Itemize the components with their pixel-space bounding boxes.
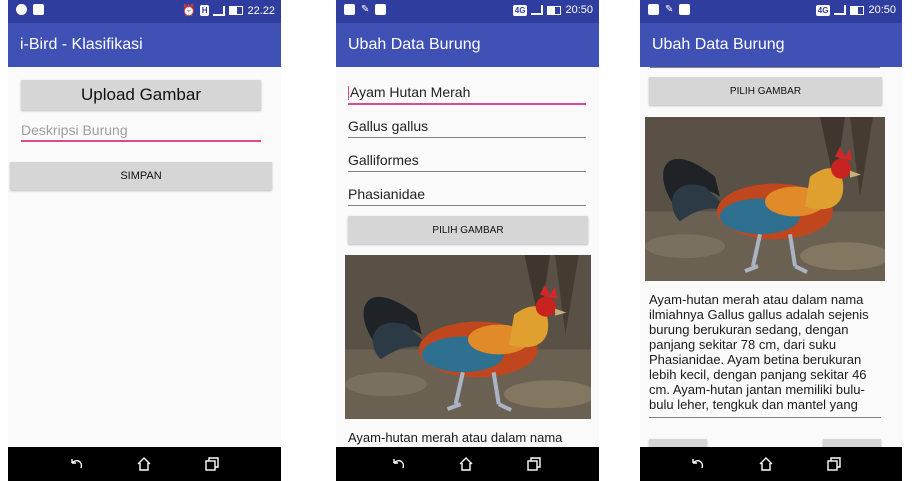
save-button[interactable]: SIMPAN — [10, 162, 272, 190]
description-line: ilmiahnya Gallus gallus adalah sejenis — [649, 307, 869, 322]
back-icon[interactable] — [690, 456, 706, 472]
family-input[interactable]: Phasianidae — [348, 186, 586, 206]
navigation-bar — [8, 447, 281, 481]
phone-screen-klasifikasi: ⏰ H 22.22 i-Bird - Klasifikasi Upload Ga… — [8, 0, 281, 481]
description-line: Phasianidae. Ayam betina berukuran — [649, 352, 862, 367]
status-bar: ✎ 4G 20:50 — [640, 0, 902, 23]
battery-icon — [850, 5, 865, 15]
status-time: 20:50 — [868, 4, 896, 16]
recents-icon[interactable] — [204, 456, 220, 472]
description-line: cm. Ayam-hutan jantan memiliki bulu- — [649, 382, 865, 397]
order-input[interactable]: Galliformes — [348, 152, 586, 172]
family-value: Phasianidae — [348, 186, 426, 202]
back-icon[interactable] — [69, 456, 85, 472]
recents-icon[interactable] — [826, 456, 842, 472]
status-bar: ⏰ H 22.22 — [8, 0, 281, 23]
network-badge: H — [199, 5, 210, 16]
description-text[interactable]: Ayam-hutan merah atau dalam nama — [348, 430, 588, 445]
text-cursor — [348, 86, 349, 101]
image-notification-icon — [33, 4, 44, 15]
phone-screen-ubah-data: ✎ 4G 20:50 Ubah Data Burung Ayam Hutan M… — [336, 0, 599, 481]
pick-image-button[interactable]: PILIH GAMBAR — [348, 216, 588, 244]
bird-name-value: Ayam Hutan Merah — [350, 84, 471, 100]
status-time: 20:50 — [565, 4, 593, 16]
description-text[interactable]: Ayam-hutan merah atau dalam nama ilmiahn… — [649, 292, 885, 412]
description-placeholder: Deskripsi Burung — [21, 122, 128, 138]
signal-icon — [834, 5, 847, 15]
scientific-name-value: Gallus gallus — [348, 118, 429, 134]
phone-screen-ubah-data-scrolled: ✎ 4G 20:50 Ubah Data Burung PILIH GAMBAR… — [640, 0, 902, 481]
image-notification-icon — [648, 4, 659, 15]
order-value: Galliformes — [348, 152, 419, 168]
description-input[interactable]: Deskripsi Burung — [21, 122, 261, 142]
home-icon[interactable] — [458, 456, 474, 472]
navigation-bar — [336, 447, 599, 481]
bird-photo — [345, 255, 591, 419]
navigation-bar — [640, 447, 902, 481]
field-underline — [650, 67, 880, 68]
network-badge: 4G — [512, 4, 528, 16]
home-icon[interactable] — [136, 456, 152, 472]
description-line: panjang sekitar 78 cm, dari suku — [649, 337, 837, 352]
app-notification-icon — [16, 4, 27, 15]
edit-notification-icon: ✎ — [361, 4, 370, 15]
signal-icon — [531, 5, 544, 15]
pick-image-button[interactable]: PILIH GAMBAR — [649, 77, 882, 105]
bird-photo — [645, 117, 885, 281]
description-line: Ayam-hutan merah atau dalam nama — [649, 292, 864, 307]
status-time: 22.22 — [247, 4, 275, 17]
app-bar-title: Ubah Data Burung — [640, 23, 902, 67]
alarm-icon: ⏰ — [181, 5, 196, 17]
battery-icon — [547, 5, 562, 15]
scientific-name-input[interactable]: Gallus gallus — [348, 118, 586, 138]
description-line: lebih kecil, dengan panjang sekitar 46 — [649, 367, 867, 382]
battery-icon — [229, 6, 244, 15]
bird-name-input[interactable]: Ayam Hutan Merah — [348, 84, 586, 105]
status-bar: ✎ 4G 20:50 — [336, 0, 599, 23]
file-notification-icon — [679, 4, 691, 15]
edit-notification-icon: ✎ — [665, 4, 674, 15]
home-icon[interactable] — [758, 456, 774, 472]
app-bar-title: i-Bird - Klasifikasi — [8, 23, 281, 67]
upload-image-button[interactable]: Upload Gambar — [21, 80, 261, 110]
description-line: burung berukuran sedang, dengan — [649, 322, 849, 337]
description-line: bulu leher, tengkuk dan mantel yang — [649, 397, 858, 412]
app-bar-title: Ubah Data Burung — [336, 23, 599, 67]
recents-icon[interactable] — [526, 456, 542, 472]
image-notification-icon — [344, 4, 355, 15]
description-underline — [649, 417, 881, 418]
signal-icon — [213, 5, 226, 16]
file-notification-icon — [375, 4, 387, 15]
back-icon[interactable] — [391, 456, 407, 472]
network-badge: 4G — [815, 4, 831, 16]
